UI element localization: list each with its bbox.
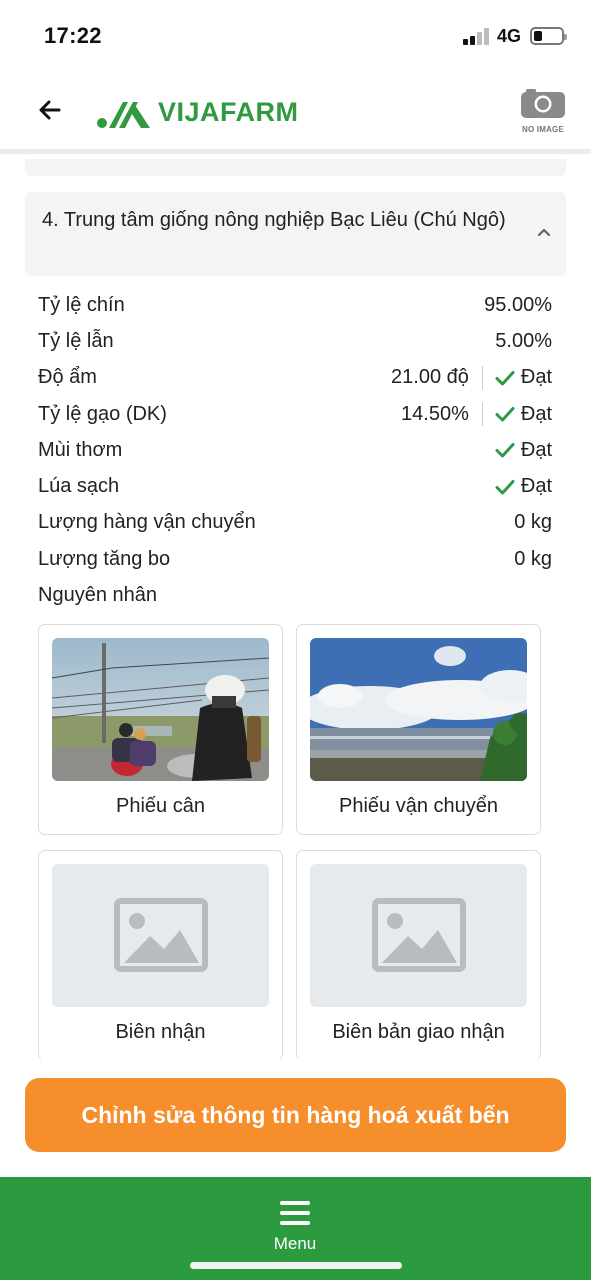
divider xyxy=(481,402,483,427)
status-pass: Đạt xyxy=(495,366,552,389)
status-text: Đạt xyxy=(520,475,552,498)
vijafarm-logo: VIJAFARM xyxy=(96,92,299,132)
photo-thumbnail[interactable] xyxy=(52,864,269,1007)
row-label: Lúa sạch xyxy=(38,475,120,498)
row-value: 5.00% xyxy=(495,329,552,352)
detail-row: Độ ẩm 21.00 độ Đạt xyxy=(38,360,552,396)
network-type: 4G xyxy=(497,26,522,46)
signal-strength-icon xyxy=(463,27,491,45)
image-placeholder-icon xyxy=(52,864,269,1007)
detail-row: Lượng tăng bo 0 kg xyxy=(38,541,552,577)
arrow-left-icon xyxy=(39,100,61,120)
photo-caption: Biên bản giao nhận xyxy=(332,1021,505,1043)
no-image-label: NO IMAGE xyxy=(521,125,565,134)
section-title: 4. Trung tâm giống nông nghiệp Bạc Liêu … xyxy=(42,209,506,231)
checkmark-icon xyxy=(495,407,515,422)
row-label: Tỷ lệ lẫn xyxy=(38,329,114,352)
row-value: 0 kg xyxy=(514,511,552,534)
photo-caption: Phiếu cân xyxy=(116,795,205,817)
photo-thumbnail[interactable] xyxy=(310,638,527,781)
photo-card-bien-ban-giao-nhan[interactable]: Biên bản giao nhận xyxy=(296,850,541,1059)
status-text: Đạt xyxy=(520,402,552,425)
detail-row: Lúa sạch Đạt xyxy=(38,468,552,504)
quality-details: Tỷ lệ chín 95.00% Tỷ lệ lẫn 5.00% Độ ẩm … xyxy=(38,287,552,614)
status-bar: 17:22 4G xyxy=(0,0,591,72)
section-header[interactable]: 4. Trung tâm giống nông nghiệp Bạc Liêu … xyxy=(25,192,566,276)
hamburger-menu-icon xyxy=(280,1201,310,1225)
detail-row: Tỷ lệ chín 95.00% xyxy=(38,287,552,323)
row-label: Lượng tăng bo xyxy=(38,547,171,570)
camera-icon xyxy=(521,89,565,118)
chevron-up-icon[interactable] xyxy=(536,224,552,240)
row-label: Mùi thơm xyxy=(38,438,123,461)
home-indicator[interactable] xyxy=(190,1262,402,1269)
edit-export-goods-button[interactable]: Chỉnh sửa thông tin hàng hoá xuất bến xyxy=(25,1078,566,1152)
photo-thumbnail[interactable] xyxy=(52,638,269,781)
row-label: Độ ẩm xyxy=(38,366,97,389)
street-photo-image xyxy=(52,638,269,781)
photo-card-phieu-can[interactable]: Phiếu cân xyxy=(38,624,283,835)
detail-row: Mùi thơm Đạt xyxy=(38,432,552,468)
row-value: 14.50% xyxy=(401,402,469,425)
photo-caption: Phiếu vận chuyển xyxy=(338,795,498,817)
row-label: Nguyên nhân xyxy=(38,584,157,607)
status-pass: Đạt xyxy=(495,475,552,498)
row-label: Tỷ lệ chín xyxy=(38,293,125,316)
no-image-placeholder[interactable]: NO IMAGE xyxy=(519,89,567,134)
checkmark-icon xyxy=(495,370,515,386)
photo-thumbnail[interactable] xyxy=(310,864,527,1007)
status-text: Đạt xyxy=(520,438,552,461)
menu-button[interactable]: Menu xyxy=(265,1199,325,1253)
row-label: Lượng hàng vận chuyển xyxy=(38,511,256,534)
divider xyxy=(481,365,483,390)
photo-card-phieu-van-chuyen[interactable]: Phiếu vận chuyển xyxy=(296,624,541,835)
detail-row: Nguyên nhân xyxy=(38,577,552,613)
photo-caption: Biên nhận xyxy=(115,1021,206,1043)
logo-mark-icon xyxy=(97,102,150,128)
battery-icon xyxy=(530,27,567,45)
main-content[interactable]: 4. Trung tâm giống nông nghiệp Bạc Liêu … xyxy=(0,159,591,1059)
previous-section-card xyxy=(25,159,566,176)
logo-text: VIJAFARM xyxy=(158,96,299,127)
photo-card-bien-nhan[interactable]: Biên nhận xyxy=(38,850,283,1059)
detail-row: Lượng hàng vận chuyển 0 kg xyxy=(38,505,552,541)
detail-row: Tỷ lệ gạo (DK) 14.50% Đạt xyxy=(38,396,552,432)
row-value: 21.00 độ xyxy=(391,366,469,389)
back-button[interactable] xyxy=(32,92,68,128)
status-time: 17:22 xyxy=(44,23,102,48)
landscape-photo-image xyxy=(310,638,527,781)
status-text: Đạt xyxy=(520,366,552,389)
detail-row: Tỷ lệ lẫn 5.00% xyxy=(38,323,552,359)
checkmark-icon xyxy=(495,479,515,495)
status-pass: Đạt xyxy=(495,439,552,462)
menu-label: Menu xyxy=(273,1234,317,1253)
row-label: Tỷ lệ gạo (DK) xyxy=(38,402,167,425)
app-header: VIJAFARM NO IMAGE xyxy=(0,72,591,154)
checkmark-icon xyxy=(495,443,515,458)
status-pass: Đạt xyxy=(495,403,552,426)
row-value: 95.00% xyxy=(484,293,552,316)
image-placeholder-icon xyxy=(310,864,527,1007)
row-value: 0 kg xyxy=(514,547,552,570)
